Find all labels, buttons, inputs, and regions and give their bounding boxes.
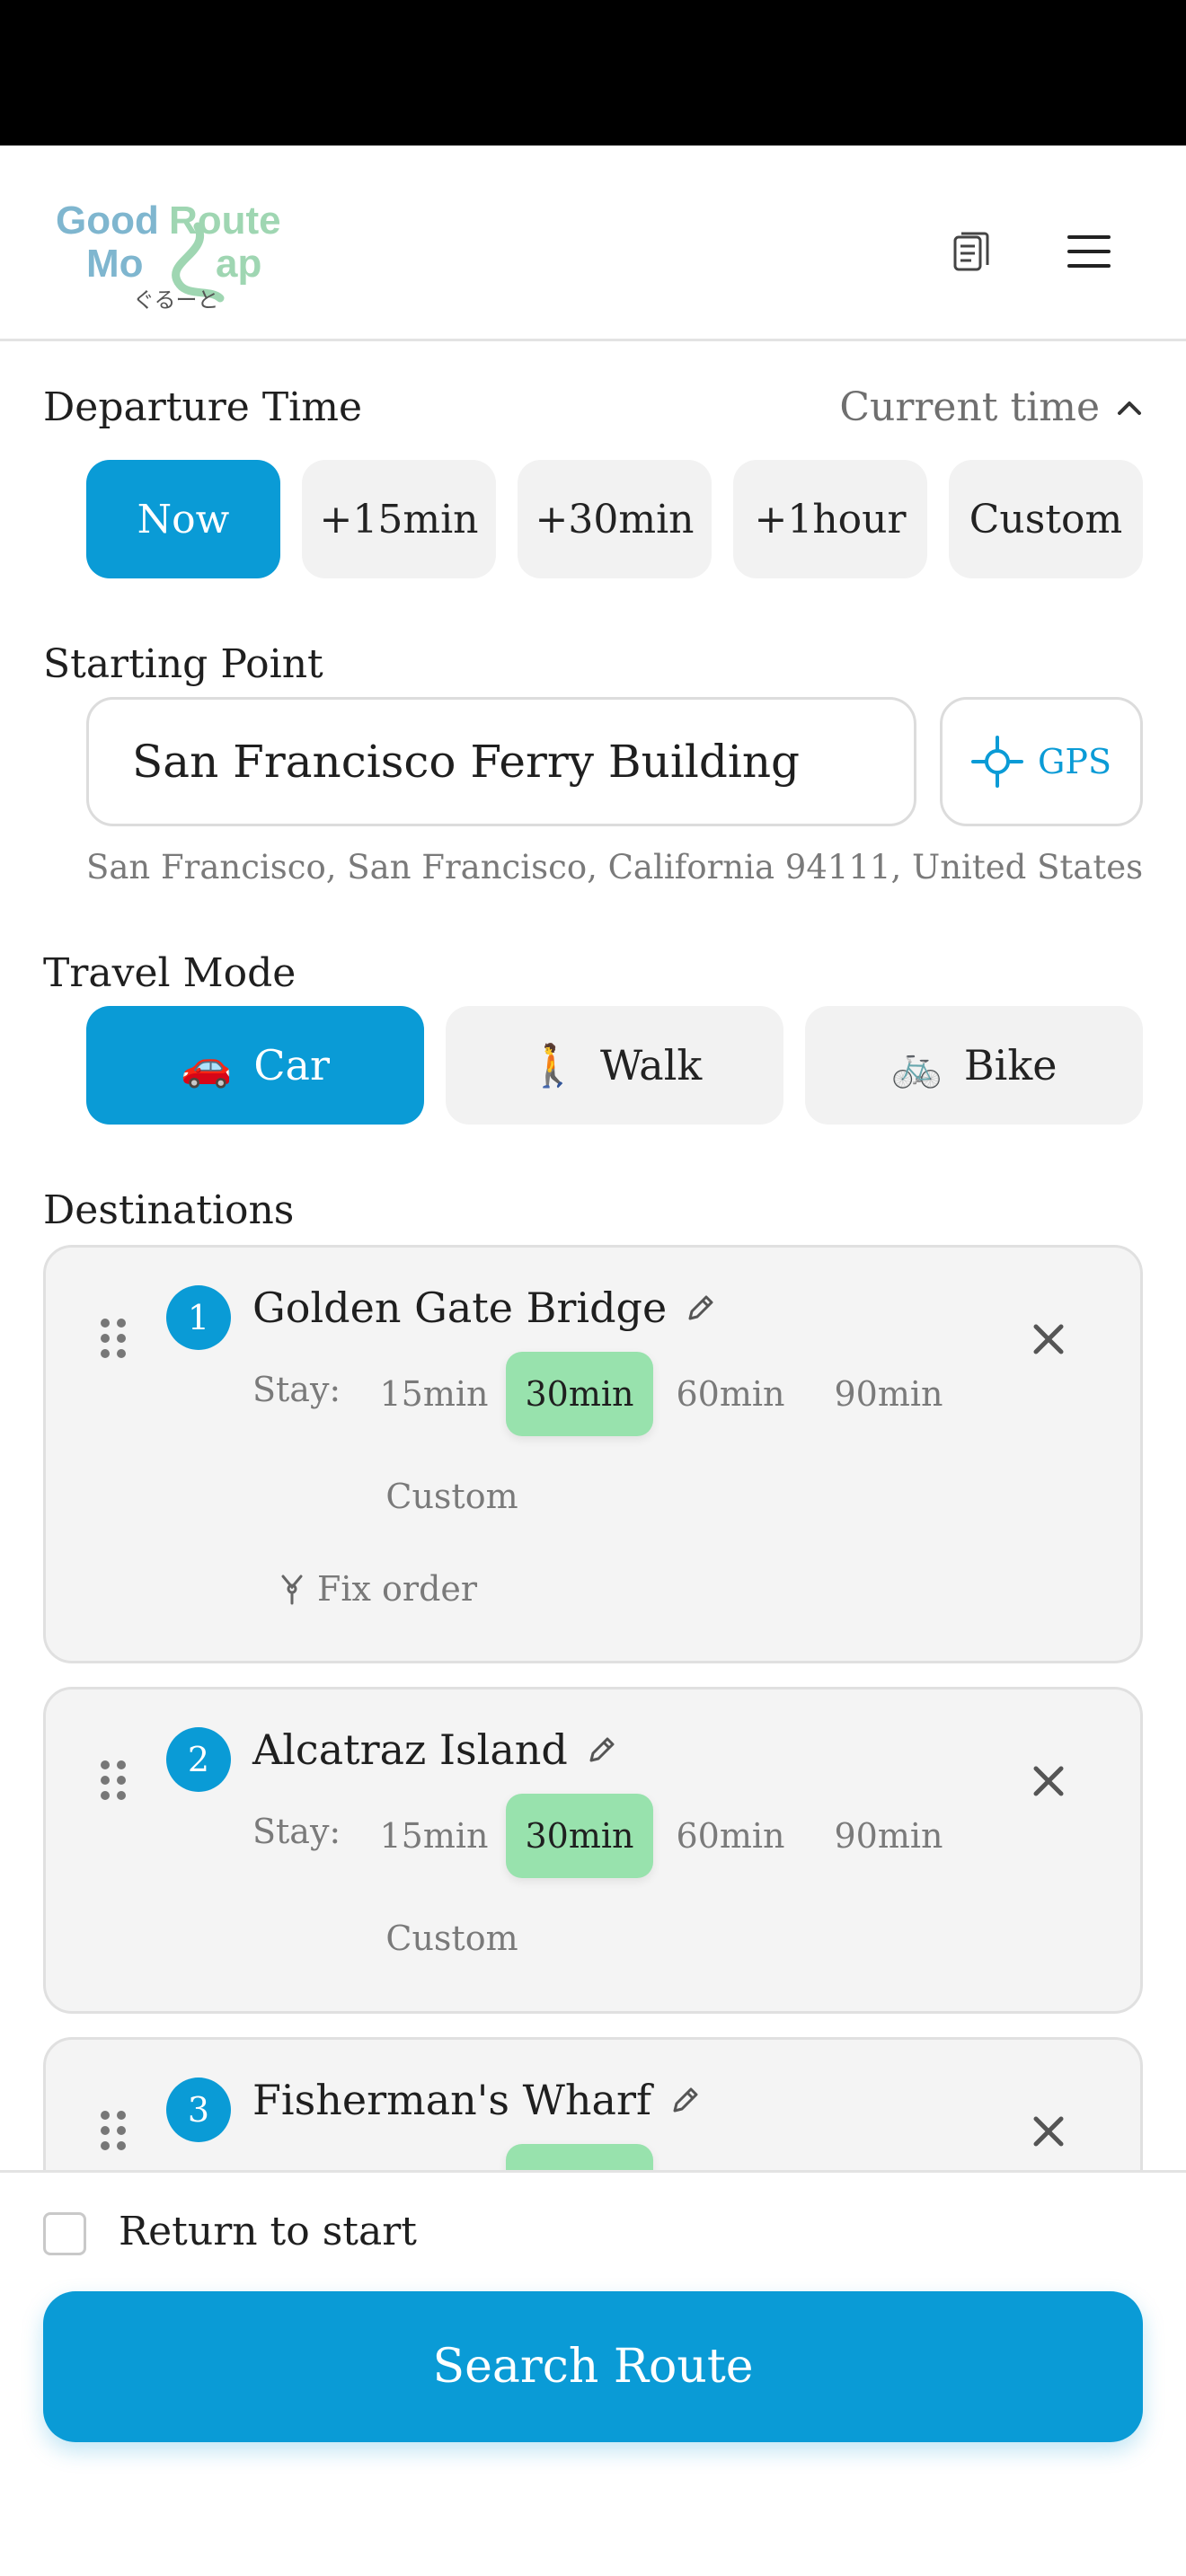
destination-card: 1 Golden Gate Bridge Stay: 15min 30min 6… bbox=[43, 1245, 1143, 1663]
starting-point-address: San Francisco, San Francisco, California… bbox=[86, 848, 1144, 887]
pin-icon bbox=[281, 1575, 303, 1605]
destination-name-text: Fisherman's Wharf bbox=[252, 2076, 651, 2124]
close-icon[interactable] bbox=[1031, 1321, 1067, 1357]
travel-mode-car-label: Car bbox=[253, 1041, 330, 1090]
destination-name[interactable]: Golden Gate Bridge bbox=[252, 1284, 717, 1332]
stay-30min-option[interactable]: 30min bbox=[506, 1794, 653, 1878]
return-to-start-label[interactable]: Return to start bbox=[119, 2209, 417, 2254]
stay-15min-option[interactable]: 15min bbox=[362, 1352, 506, 1436]
current-time-toggle[interactable]: Current time bbox=[839, 384, 1143, 430]
destination-number-badge: 3 bbox=[166, 2078, 231, 2142]
bottom-action-panel: Return to start Search Route bbox=[0, 2170, 1186, 2576]
departure-15min-chip[interactable]: +15min bbox=[302, 460, 496, 578]
car-icon: 🚗 bbox=[181, 1040, 233, 1090]
drag-handle-icon[interactable] bbox=[98, 2110, 128, 2151]
stay-60min-option[interactable]: 60min bbox=[653, 1352, 808, 1436]
logo-subtext: ぐるーと bbox=[133, 287, 219, 313]
current-time-label: Current time bbox=[839, 384, 1100, 430]
destinations-label: Destinations bbox=[43, 1187, 295, 1233]
destination-name-text: Alcatraz Island bbox=[252, 1725, 568, 1774]
search-route-button[interactable]: Search Route bbox=[43, 2291, 1143, 2442]
departure-time-label: Departure Time bbox=[43, 384, 363, 430]
stay-custom-option[interactable]: Custom bbox=[362, 1896, 542, 1981]
starting-point-input[interactable]: San Francisco Ferry Building bbox=[86, 697, 916, 826]
stay-30min-option[interactable]: 30min bbox=[506, 1352, 653, 1436]
chevron-up-icon bbox=[1118, 401, 1141, 415]
close-icon[interactable] bbox=[1031, 2113, 1067, 2149]
stay-label: Stay: bbox=[252, 1812, 341, 1851]
travel-mode-car[interactable]: 🚗 Car bbox=[86, 1006, 424, 1125]
logo-text-good: Good bbox=[56, 199, 159, 243]
hamburger-menu-icon[interactable] bbox=[1067, 234, 1111, 269]
app-logo[interactable]: Good Route Mo ap ぐるーと bbox=[54, 199, 314, 316]
starting-point-label: Starting Point bbox=[43, 641, 323, 687]
stay-90min-option[interactable]: 90min bbox=[808, 1352, 969, 1436]
drag-handle-icon[interactable] bbox=[98, 1760, 128, 1801]
gps-button[interactable]: GPS bbox=[940, 697, 1143, 826]
crosshair-icon bbox=[971, 736, 1024, 788]
destination-name[interactable]: Fisherman's Wharf bbox=[252, 2076, 702, 2124]
destination-name[interactable]: Alcatraz Island bbox=[252, 1725, 618, 1774]
stay-label: Stay: bbox=[252, 1370, 341, 1409]
departure-1hour-chip[interactable]: +1hour bbox=[733, 460, 927, 578]
logo-text-ap: ap bbox=[216, 242, 261, 286]
close-icon[interactable] bbox=[1031, 1763, 1067, 1799]
stay-60min-option[interactable]: 60min bbox=[653, 1794, 808, 1878]
bike-icon: 🚲 bbox=[890, 1040, 943, 1090]
travel-mode-bike[interactable]: 🚲 Bike bbox=[805, 1006, 1143, 1125]
destination-number-badge: 2 bbox=[166, 1727, 231, 1792]
travel-mode-label: Travel Mode bbox=[43, 950, 296, 996]
pencil-icon[interactable] bbox=[669, 2084, 702, 2116]
document-icon[interactable] bbox=[952, 231, 990, 274]
fix-order-label: Fix order bbox=[317, 1569, 478, 1609]
status-bar bbox=[0, 0, 1186, 146]
fix-order-toggle[interactable]: Fix order bbox=[278, 1569, 477, 1609]
pencil-icon[interactable] bbox=[586, 1734, 618, 1766]
stay-custom-option[interactable]: Custom bbox=[362, 1454, 542, 1539]
travel-mode-walk-label: Walk bbox=[599, 1041, 703, 1090]
destination-number-badge: 1 bbox=[166, 1285, 231, 1350]
destination-card: 2 Alcatraz Island Stay: 15min 30min 60mi… bbox=[43, 1687, 1143, 2014]
travel-mode-walk[interactable]: 🚶 Walk bbox=[446, 1006, 783, 1125]
destination-name-text: Golden Gate Bridge bbox=[252, 1284, 668, 1332]
departure-30min-chip[interactable]: +30min bbox=[518, 460, 712, 578]
pencil-icon[interactable] bbox=[685, 1292, 717, 1324]
stay-15min-option[interactable]: 15min bbox=[362, 1794, 506, 1878]
travel-mode-bike-label: Bike bbox=[963, 1041, 1058, 1090]
drag-handle-icon[interactable] bbox=[98, 1318, 128, 1359]
stay-90min-option[interactable]: 90min bbox=[808, 1794, 969, 1878]
return-to-start-checkbox[interactable] bbox=[43, 2212, 86, 2255]
walk-icon: 🚶 bbox=[527, 1040, 579, 1090]
logo-text-mo: Mo bbox=[86, 242, 144, 286]
starting-point-value: San Francisco Ferry Building bbox=[132, 736, 801, 788]
app-header: Good Route Mo ap ぐるーと bbox=[0, 146, 1186, 341]
departure-custom-chip[interactable]: Custom bbox=[949, 460, 1143, 578]
departure-now-chip[interactable]: Now bbox=[86, 460, 280, 578]
logo-text-route: Route bbox=[169, 199, 281, 243]
gps-label: GPS bbox=[1038, 742, 1111, 781]
